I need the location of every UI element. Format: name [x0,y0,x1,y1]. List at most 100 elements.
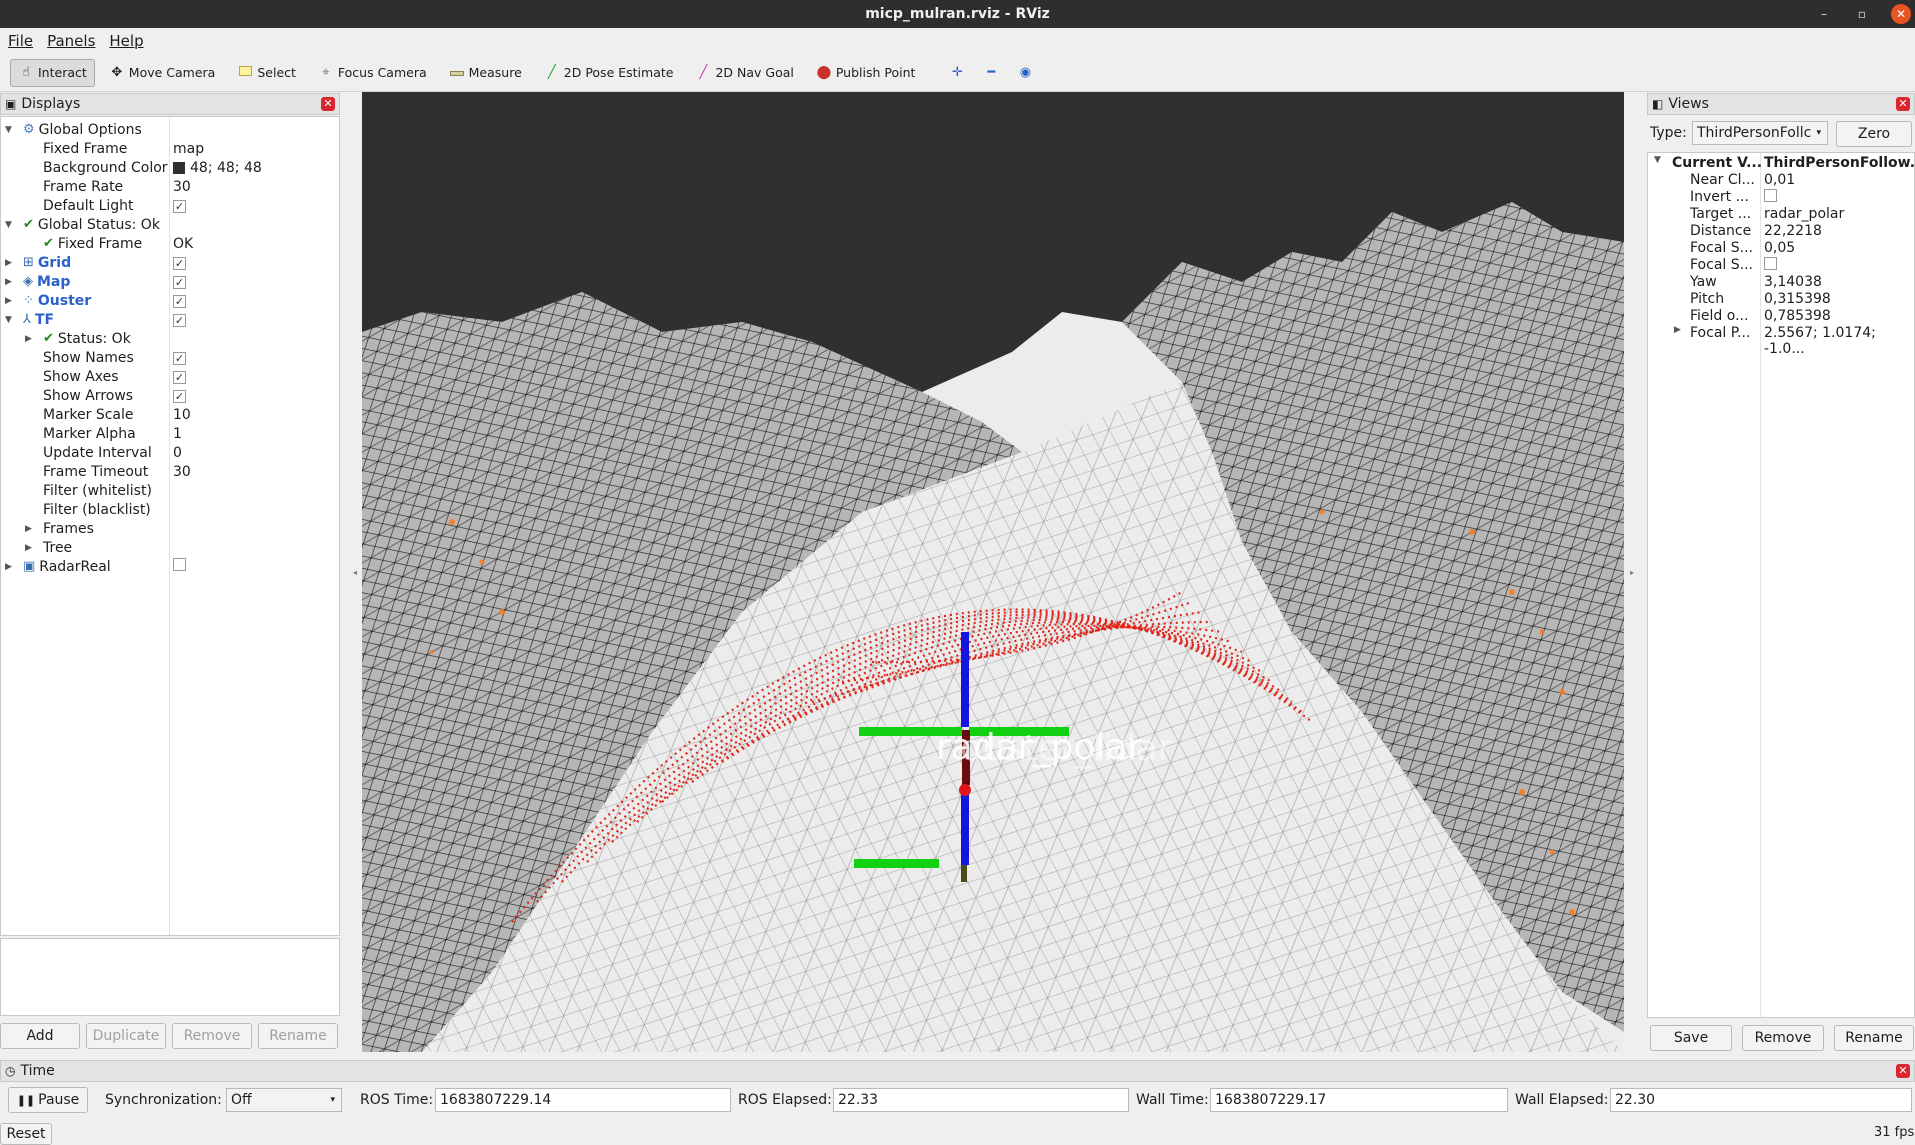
move-camera-tool-button[interactable]: ✥ Move Camera [101,59,224,87]
checkbox[interactable]: ✓ [173,199,186,213]
pause-button[interactable]: ❚❚ Pause [8,1087,88,1113]
view-property-value[interactable]: 0,05 [1764,240,1795,256]
right-splitter-handle[interactable]: ▸ [1627,92,1637,1052]
display-row[interactable]: Fixed Frame map [1,139,339,158]
add-tool-button[interactable]: ✛ [943,59,971,87]
display-row[interactable]: ▶ ⊞ Grid ✓ [1,253,339,272]
display-row[interactable]: ▶ Frames [1,519,339,538]
pose-estimate-tool-button[interactable]: ╱ 2D Pose Estimate [536,59,682,87]
display-row[interactable]: Marker Scale 10 [1,405,339,424]
expand-arrow-icon[interactable]: ▶ [25,524,32,534]
menu-file[interactable]: File [8,32,33,50]
display-row[interactable]: Filter (whitelist) [1,481,339,500]
view-property-row[interactable]: Invert ... [1648,189,1914,206]
render-viewport[interactable]: radar_polar ouster_lidar [362,92,1624,1052]
expand-arrow-icon[interactable]: ▶ [25,543,32,553]
expand-arrow-icon[interactable]: ▶ [5,562,12,572]
maximize-icon[interactable]: ▫ [1853,7,1871,21]
view-property-value[interactable]: 0,315398 [1764,291,1831,307]
displays-tree[interactable]: ▼ ⚙ Global Options Fixed Frame map Background… [0,116,340,936]
view-properties-tree[interactable]: ▼ Current V... ThirdPersonFollow... Near Cl… [1647,152,1915,1018]
display-row[interactable]: Show Axes ✓ [1,367,339,386]
display-row-value[interactable]: ✓ [173,388,186,404]
close-panel-icon[interactable]: ✕ [321,97,335,111]
focus-camera-tool-button[interactable]: ⌖ Focus Camera [310,59,435,87]
display-row[interactable]: Default Light ✓ [1,196,339,215]
view-property-value[interactable]: 2.5567; 1.0174; -1.0... [1764,325,1914,357]
display-row[interactable]: ▼ ⚙ Global Options [1,120,339,139]
display-row[interactable]: ▶ ◈ Map ✓ [1,272,339,291]
display-row[interactable]: ▶ Tree [1,538,339,557]
display-row-value[interactable]: ✓ [173,369,186,385]
view-property-row[interactable]: Focal S... 0,05 [1648,240,1914,257]
display-row[interactable]: ✔ Fixed Frame OK [1,234,339,253]
publish-point-tool-button[interactable]: ⬤ Publish Point [808,59,924,87]
ros-elapsed-field[interactable]: 22.33 [833,1088,1129,1112]
checkbox[interactable] [1764,189,1777,202]
rename-display-button[interactable]: Rename [258,1023,338,1049]
expand-arrow-icon[interactable]: ▶ [1674,325,1681,335]
wall-time-field[interactable]: 1683807229.17 [1210,1088,1508,1112]
display-row-value[interactable]: 1 [173,426,182,442]
select-tool-button[interactable]: Select [229,59,304,87]
view-property-value[interactable]: 0,01 [1764,172,1795,188]
display-row-value[interactable] [173,558,186,575]
expand-arrow-icon[interactable]: ▶ [5,277,12,287]
checkbox[interactable]: ✓ [173,275,186,289]
display-row[interactable]: Update Interval 0 [1,443,339,462]
collapse-arrow-icon[interactable]: ▼ [5,315,12,325]
display-row-value[interactable]: ✓ [173,198,186,214]
menu-panels[interactable]: Panels [47,32,95,50]
display-row[interactable]: ▼ ⅄ TF ✓ [1,310,339,329]
view-property-row[interactable]: Target ... radar_polar [1648,206,1914,223]
display-row[interactable]: Background Color 48; 48; 48 [1,158,339,177]
display-row[interactable]: ▶ ✔ Status: Ok [1,329,339,348]
display-row-value[interactable]: ✓ [173,255,186,271]
view-property-row[interactable]: Near Cl... 0,01 [1648,172,1914,189]
wall-elapsed-field[interactable]: 22.30 [1610,1088,1912,1112]
remove-tool-button[interactable]: ━ [977,59,1005,87]
display-row-value[interactable]: 30 [173,179,191,195]
display-row[interactable]: Frame Timeout 30 [1,462,339,481]
close-panel-icon[interactable]: ✕ [1896,1064,1910,1078]
view-property-row[interactable]: Distance 22,2218 [1648,223,1914,240]
display-row-value[interactable]: ✓ [173,350,186,366]
display-row-value[interactable]: ✓ [173,274,186,290]
ros-time-field[interactable]: 1683807229.14 [435,1088,731,1112]
view-property-row[interactable]: Pitch 0,315398 [1648,291,1914,308]
nav-goal-tool-button[interactable]: ╱ 2D Nav Goal [687,59,801,87]
display-row-value[interactable]: 10 [173,407,191,423]
checkbox[interactable]: ✓ [173,313,186,327]
measure-tool-button[interactable]: Measure [441,59,530,87]
display-row[interactable]: Show Arrows ✓ [1,386,339,405]
view-type-select[interactable]: ThirdPersonFollc ▾ [1692,121,1828,145]
remove-view-button[interactable]: Remove [1742,1025,1824,1051]
expand-arrow-icon[interactable]: ▶ [5,296,12,306]
display-row-value[interactable]: map [173,141,204,157]
menu-help[interactable]: Help [109,32,143,50]
display-row[interactable]: ▶ ▣ RadarReal [1,557,339,576]
checkbox[interactable]: ✓ [173,294,186,308]
close-icon[interactable]: ✕ [1891,4,1911,24]
rename-view-button[interactable]: Rename [1834,1025,1914,1051]
expand-arrow-icon[interactable]: ▶ [5,258,12,268]
checkbox[interactable]: ✓ [173,351,186,365]
tool-properties-button[interactable]: ◉ [1011,59,1039,87]
view-property-value[interactable]: 3,14038 [1764,274,1822,290]
expand-arrow-icon[interactable]: ▶ [25,334,32,344]
display-row-value[interactable]: ✓ [173,312,186,328]
display-row[interactable]: ▶ ⁘ Ouster ✓ [1,291,339,310]
reset-button[interactable]: Reset [0,1123,52,1145]
checkbox[interactable]: ✓ [173,389,186,403]
collapse-arrow-icon[interactable]: ▼ [5,125,12,135]
display-row[interactable]: Marker Alpha 1 [1,424,339,443]
display-row[interactable]: Filter (blacklist) [1,500,339,519]
checkbox[interactable] [173,558,186,571]
display-row-value[interactable]: 0 [173,445,182,461]
view-property-row[interactable]: Focal S... [1648,257,1914,274]
duplicate-display-button[interactable]: Duplicate [86,1023,166,1049]
view-property-value[interactable]: 22,2218 [1764,223,1822,239]
display-row[interactable]: Show Names ✓ [1,348,339,367]
display-row-value[interactable]: 30 [173,464,191,480]
display-row-value[interactable]: 48; 48; 48 [173,160,262,176]
